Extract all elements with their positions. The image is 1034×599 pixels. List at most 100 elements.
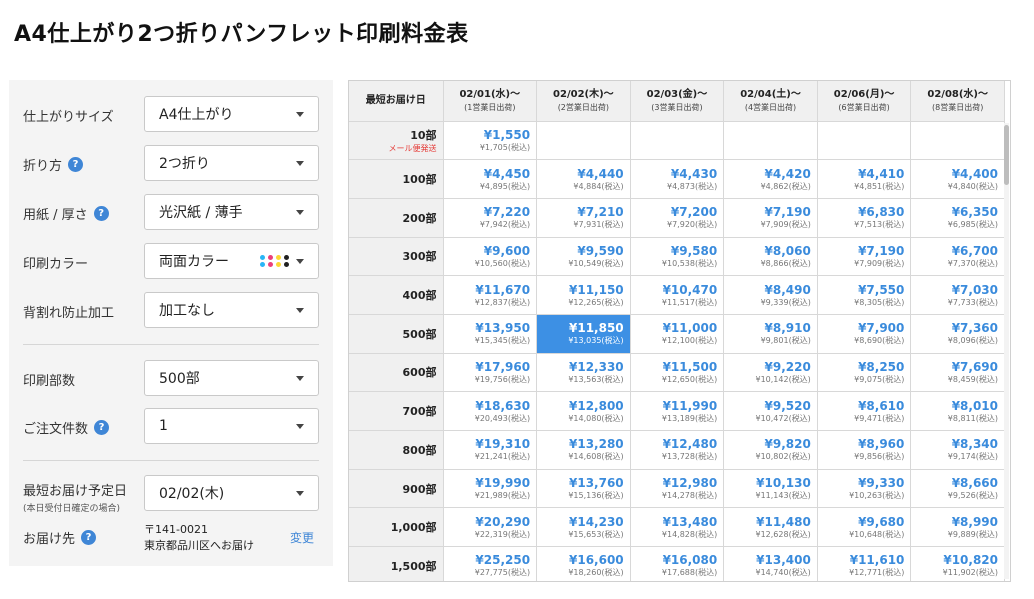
price-cell[interactable]: ¥19,990 ¥21,989(税込) [443, 469, 538, 509]
color-select[interactable]: 両面カラー [144, 243, 319, 279]
price-cell[interactable]: ¥7,690 ¥8,459(税込) [910, 353, 1005, 393]
option-delivery-sublabel: (本日受付日確定の場合) [23, 504, 121, 514]
price-cell[interactable]: ¥1,550 ¥1,705(税込) [443, 121, 538, 161]
price-cell[interactable]: ¥8,010 ¥8,811(税込) [910, 391, 1005, 431]
price-cell[interactable]: ¥4,400 ¥4,840(税込) [910, 159, 1005, 199]
help-icon[interactable]: ? [93, 206, 109, 221]
price-cell[interactable]: ¥4,410 ¥4,851(税込) [817, 159, 912, 199]
scrollbar-thumb[interactable] [1004, 125, 1009, 185]
price-cell[interactable]: ¥9,520 ¥10,472(税込) [723, 391, 818, 431]
price-tax-included: ¥8,866(税込) [760, 258, 811, 268]
price-cell[interactable]: ¥11,000 ¥12,100(税込) [630, 314, 725, 354]
options-panel: 仕上がりサイズ A4仕上がり 折り方 ? 2つ折り 用紙 / 厚さ ? 光沢紙 … [9, 80, 333, 566]
price-cell[interactable]: ¥12,330 ¥13,563(税込) [536, 353, 631, 393]
price-cell[interactable]: ¥6,830 ¥7,513(税込) [817, 198, 912, 238]
price-cell[interactable]: ¥4,440 ¥4,884(税込) [536, 159, 631, 199]
delivery-select[interactable]: 02/02(木) [144, 475, 319, 511]
price-cell[interactable]: ¥4,420 ¥4,862(税込) [723, 159, 818, 199]
paper-select[interactable]: 光沢紙 / 薄手 [144, 194, 319, 230]
price-cell[interactable]: ¥6,700 ¥7,370(税込) [910, 237, 1005, 277]
price-cell[interactable]: ¥11,500 ¥12,650(税込) [630, 353, 725, 393]
price-cell[interactable]: ¥13,950 ¥15,345(税込) [443, 314, 538, 354]
help-icon[interactable]: ? [94, 420, 110, 435]
price-cell[interactable]: ¥9,590 ¥10,549(税込) [536, 237, 631, 277]
price-cell[interactable]: ¥10,820 ¥11,902(税込) [910, 546, 1005, 581]
price-cell[interactable]: ¥7,360 ¥8,096(税込) [910, 314, 1005, 354]
price-cell[interactable]: ¥7,900 ¥8,690(税込) [817, 314, 912, 354]
price-cell[interactable]: ¥11,850 ¥13,035(税込) [536, 314, 631, 354]
price-cell[interactable]: ¥7,550 ¥8,305(税込) [817, 275, 912, 315]
price-cell[interactable]: ¥12,800 ¥14,080(税込) [536, 391, 631, 431]
price-cell[interactable]: ¥20,290 ¥22,319(税込) [443, 507, 538, 548]
help-icon[interactable]: ? [68, 157, 84, 172]
price-cell[interactable]: ¥8,060 ¥8,866(税込) [723, 237, 818, 277]
price-cell[interactable]: ¥7,190 ¥7,909(税込) [723, 198, 818, 238]
price-cell[interactable]: ¥7,190 ¥7,909(税込) [817, 237, 912, 277]
price-cell[interactable]: ¥9,680 ¥10,648(税込) [817, 507, 912, 548]
price-cell[interactable]: ¥11,480 ¥12,628(税込) [723, 507, 818, 548]
price-cell[interactable]: ¥7,200 ¥7,920(税込) [630, 198, 725, 238]
price-cell[interactable]: ¥8,960 ¥9,856(税込) [817, 430, 912, 470]
price-cell[interactable]: ¥25,250 ¥27,775(税込) [443, 546, 538, 581]
row-quantity-label: 300部 [402, 250, 437, 264]
spine-select[interactable]: 加工なし [144, 292, 319, 328]
price-cell[interactable]: ¥7,030 ¥7,733(税込) [910, 275, 1005, 315]
price-cell[interactable]: ¥7,210 ¥7,931(税込) [536, 198, 631, 238]
row-quantity: 700部 [349, 391, 444, 431]
price-cell[interactable]: ¥17,960 ¥19,756(税込) [443, 353, 538, 393]
price-cell[interactable]: ¥4,430 ¥4,873(税込) [630, 159, 725, 199]
price-cell[interactable]: ¥11,610 ¥12,771(税込) [817, 546, 912, 581]
price-cell[interactable]: ¥13,280 ¥14,608(税込) [536, 430, 631, 470]
price-cell[interactable]: ¥9,330 ¥10,263(税込) [817, 469, 912, 509]
price-cell[interactable]: ¥9,600 ¥10,560(税込) [443, 237, 538, 277]
price-cell[interactable]: ¥10,130 ¥11,143(税込) [723, 469, 818, 509]
price-cell[interactable]: ¥10,470 ¥11,517(税込) [630, 275, 725, 315]
option-size-label: 仕上がりサイズ [23, 110, 114, 125]
price-cell[interactable]: ¥9,580 ¥10,538(税込) [630, 237, 725, 277]
price-cell[interactable]: ¥11,990 ¥13,189(税込) [630, 391, 725, 431]
price-cell[interactable]: ¥8,990 ¥9,889(税込) [910, 507, 1005, 548]
table-row: 300部 ¥9,600 ¥10,560(税込) ¥9,590 ¥10,549(税込) ¥9… [349, 237, 1005, 277]
price-cell[interactable]: ¥18,630 ¥20,493(税込) [443, 391, 538, 431]
price-cell[interactable]: ¥8,490 ¥9,339(税込) [723, 275, 818, 315]
column-header-shipping-note: (6営業日出荷) [838, 102, 890, 112]
price-amount: ¥8,490 [764, 282, 811, 297]
size-select[interactable]: A4仕上がり [144, 96, 319, 132]
table-row: 200部 ¥7,220 ¥7,942(税込) ¥7,210 ¥7,931(税込) ¥7,2… [349, 198, 1005, 238]
price-cell[interactable]: ¥12,980 ¥14,278(税込) [630, 469, 725, 509]
price-cell[interactable]: ¥11,150 ¥12,265(税込) [536, 275, 631, 315]
price-amount: ¥9,220 [764, 359, 811, 374]
copies-select[interactable]: 500部 [144, 360, 319, 396]
price-cell[interactable]: ¥4,450 ¥4,895(税込) [443, 159, 538, 199]
price-cell[interactable]: ¥8,340 ¥9,174(税込) [910, 430, 1005, 470]
price-cell[interactable]: ¥9,220 ¥10,142(税込) [723, 353, 818, 393]
price-cell[interactable]: ¥9,820 ¥10,802(税込) [723, 430, 818, 470]
price-cell[interactable]: ¥6,350 ¥6,985(税込) [910, 198, 1005, 238]
scrollbar-track[interactable] [1004, 123, 1009, 579]
price-cell[interactable]: ¥7,220 ¥7,942(税込) [443, 198, 538, 238]
price-tax-included: ¥7,513(税込) [854, 220, 905, 230]
column-header-date: 02/03(金)〜 (3営業日出荷) [630, 81, 725, 122]
price-cell[interactable]: ¥13,480 ¥14,828(税込) [630, 507, 725, 548]
price-cell[interactable]: ¥12,480 ¥13,728(税込) [630, 430, 725, 470]
orders-select[interactable]: 1 [144, 408, 319, 444]
price-cell[interactable]: ¥11,670 ¥12,837(税込) [443, 275, 538, 315]
empty-price-cell [630, 121, 725, 161]
price-cell[interactable]: ¥13,400 ¥14,740(税込) [723, 546, 818, 581]
price-cell[interactable]: ¥8,250 ¥9,075(税込) [817, 353, 912, 393]
price-cell[interactable]: ¥19,310 ¥21,241(税込) [443, 430, 538, 470]
price-cell[interactable]: ¥16,600 ¥18,260(税込) [536, 546, 631, 581]
help-icon[interactable]: ? [81, 530, 97, 545]
chevron-down-icon [296, 308, 304, 313]
fold-select[interactable]: 2つ折り [144, 145, 319, 181]
price-cell[interactable]: ¥8,610 ¥9,471(税込) [817, 391, 912, 431]
price-cell[interactable]: ¥8,660 ¥9,526(税込) [910, 469, 1005, 509]
price-cell[interactable]: ¥14,230 ¥15,653(税込) [536, 507, 631, 548]
price-cell[interactable]: ¥13,760 ¥15,136(税込) [536, 469, 631, 509]
row-quantity: 600部 [349, 353, 444, 393]
price-cell[interactable]: ¥16,080 ¥17,688(税込) [630, 546, 725, 581]
price-amount: ¥11,000 [662, 321, 718, 336]
price-tax-included: ¥9,526(税込) [947, 491, 998, 501]
price-cell[interactable]: ¥8,910 ¥9,801(税込) [723, 314, 818, 354]
change-destination-link[interactable]: 変更 [290, 529, 314, 546]
